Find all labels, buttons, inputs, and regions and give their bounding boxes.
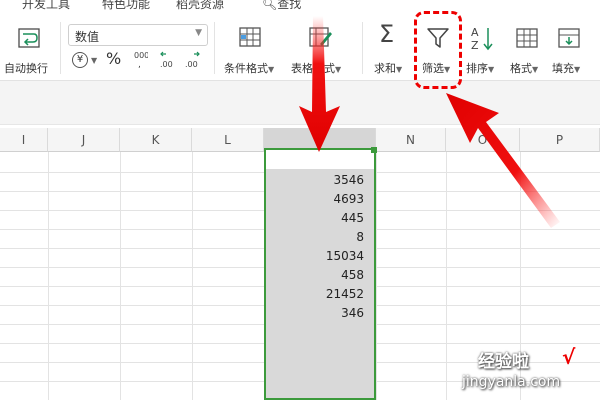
number-format-value: 数值 xyxy=(75,30,100,44)
fill-label: 填充▼ xyxy=(552,62,581,75)
format-button[interactable]: 格式▼ xyxy=(508,22,550,78)
increase-decimal-button[interactable]: .00 xyxy=(159,50,177,70)
table-style-button[interactable]: 表格样式▼ xyxy=(288,22,352,78)
ribbon-divider xyxy=(362,22,363,74)
column-header-o[interactable]: O xyxy=(446,128,520,152)
watermark-url: jingyanla.com xyxy=(462,374,561,390)
thousands-separator-icon: 000 , xyxy=(134,51,149,70)
sum-button[interactable]: Σ 求和▼ xyxy=(370,20,412,78)
cell-value[interactable]: 3546 xyxy=(264,171,364,190)
svg-text:000: 000 xyxy=(134,51,148,60)
svg-text:,: , xyxy=(138,60,141,70)
grid-col-line xyxy=(48,152,49,400)
sort-label: 排序▼ xyxy=(466,62,495,75)
menu-special-features[interactable]: 特色功能 xyxy=(102,0,150,12)
svg-text:.00: .00 xyxy=(185,60,198,69)
percent-format-button[interactable]: % xyxy=(106,49,124,69)
cell-value[interactable]: 8 xyxy=(264,228,364,247)
filter-highlight-box xyxy=(414,11,462,89)
grid-col-line xyxy=(446,152,447,400)
cell-value[interactable]: 346 xyxy=(264,304,364,323)
menu-search[interactable]: 🔍︎查找 xyxy=(262,0,301,12)
column-header-j[interactable]: J xyxy=(48,128,120,152)
svg-text:Z: Z xyxy=(471,39,479,52)
sigma-icon: Σ xyxy=(379,20,395,48)
decrease-decimal-button[interactable]: .00 xyxy=(184,50,202,70)
column-header-p[interactable]: P xyxy=(520,128,600,152)
svg-text:.00: .00 xyxy=(160,60,173,69)
ribbon-divider xyxy=(214,22,215,74)
format-icon xyxy=(516,28,538,48)
grid-col-line xyxy=(192,152,193,400)
wrap-text-icon xyxy=(18,28,40,48)
fill-icon xyxy=(558,28,580,48)
checkmark-icon: √ xyxy=(562,345,576,369)
table-style-label: 表格样式▼ xyxy=(291,62,342,75)
cell-value[interactable]: 458 xyxy=(264,266,364,285)
column-header-i[interactable]: I xyxy=(0,128,48,152)
currency-icon: ¥ xyxy=(72,52,88,68)
fill-handle[interactable] xyxy=(371,147,377,153)
cell-value[interactable]: 21452 xyxy=(264,285,364,304)
ribbon-divider xyxy=(60,22,61,74)
conditional-format-label: 条件格式▼ xyxy=(224,62,275,75)
cell-value[interactable]: 4693 xyxy=(264,190,364,209)
currency-format-button[interactable]: ¥ ▼ xyxy=(72,52,100,70)
menu-developer-tools[interactable]: 开发工具 xyxy=(22,0,70,12)
decrease-decimal-icon: .00 xyxy=(185,51,200,69)
conditional-format-icon xyxy=(239,27,261,47)
format-label: 格式▼ xyxy=(510,62,539,75)
chevron-down-icon: ▼ xyxy=(91,56,98,65)
menu-docer-resources[interactable]: 稻壳资源 xyxy=(176,0,224,12)
active-cell[interactable] xyxy=(266,150,374,169)
column-header-k[interactable]: K xyxy=(120,128,192,152)
sum-label: 求和▼ xyxy=(374,62,403,75)
grid-col-line xyxy=(120,152,121,400)
column-header-l[interactable]: L xyxy=(192,128,264,152)
menu-search-label: 查找 xyxy=(277,0,302,11)
sort-icon: A Z xyxy=(471,26,493,52)
cell-value[interactable]: 15034 xyxy=(264,247,364,266)
fill-button[interactable]: 填充▼ xyxy=(550,22,594,78)
menu-bar: 开发工具 特色功能 稻壳资源 🔍︎查找 xyxy=(0,0,600,14)
grid-col-line xyxy=(376,152,377,400)
watermark-title: 经验啦 xyxy=(478,352,529,372)
number-format-dropdown[interactable]: 数值 ▼ xyxy=(68,24,208,46)
conditional-format-button[interactable]: 条件格式▼ xyxy=(220,22,280,78)
formula-bar-area xyxy=(0,81,600,125)
search-icon: 🔍︎ xyxy=(262,0,278,11)
svg-text:A: A xyxy=(471,26,479,39)
thousands-separator-button[interactable]: 000 , xyxy=(132,50,149,70)
table-style-icon xyxy=(309,27,332,47)
increase-decimal-icon: .00 xyxy=(160,51,173,69)
chevron-down-icon: ▼ xyxy=(195,28,202,38)
wrap-text-button[interactable]: 自动换行 xyxy=(4,22,54,78)
ribbon-toolbar: 自动换行 数值 ▼ ¥ ▼ % 000 , .00 .00 条件格式▼ 表格样式… xyxy=(0,14,600,81)
cell-value[interactable]: 445 xyxy=(264,209,364,228)
sort-button[interactable]: A Z 排序▼ xyxy=(464,22,506,78)
wrap-text-label: 自动换行 xyxy=(4,62,48,75)
column-header-n[interactable]: N xyxy=(376,128,446,152)
